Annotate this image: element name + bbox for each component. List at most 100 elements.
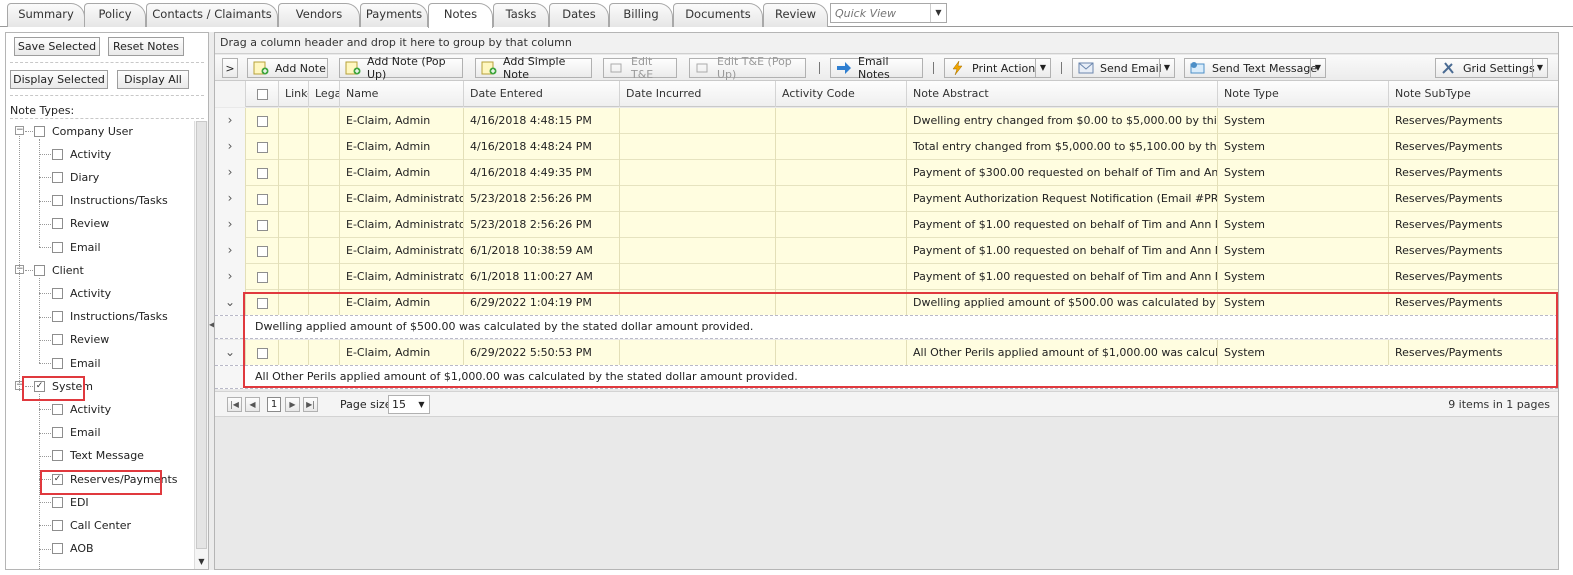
column-header-linke[interactable]: Linke bbox=[278, 81, 308, 107]
email-notes-button[interactable]: Email Notes bbox=[830, 55, 923, 81]
tree-checkbox[interactable] bbox=[52, 519, 63, 531]
tab-summary[interactable]: Summary bbox=[7, 3, 85, 27]
display-selected-button[interactable]: Display Selected bbox=[10, 70, 108, 89]
current-page-button[interactable]: 1 bbox=[267, 397, 281, 412]
tree-checkbox[interactable] bbox=[52, 148, 63, 160]
column-header-date-entered[interactable]: Date Entered bbox=[463, 81, 619, 107]
collapse-icon[interactable]: − bbox=[15, 126, 24, 135]
expand-toolbar-button[interactable]: > bbox=[222, 58, 238, 78]
tree-item-diary[interactable]: Diary bbox=[52, 169, 99, 185]
tree-item-instructions-tasks[interactable]: Instructions/Tasks bbox=[52, 309, 168, 325]
tree-item-text-message[interactable]: Text Message bbox=[52, 448, 144, 464]
tree-checkbox[interactable] bbox=[52, 218, 63, 230]
tree-checkbox[interactable] bbox=[34, 264, 45, 276]
table-row[interactable]: › E-Claim, Admin 4/16/2018 4:48:15 PM Dwell… bbox=[215, 108, 1558, 134]
edit-te-button[interactable]: Edit T&E bbox=[603, 55, 677, 81]
tab-notes[interactable]: Notes bbox=[428, 3, 493, 28]
scroll-down-icon[interactable]: ▼ bbox=[195, 555, 208, 569]
row-checkbox[interactable] bbox=[257, 193, 268, 205]
tree-checkbox[interactable] bbox=[52, 287, 63, 299]
tab-tasks[interactable]: Tasks bbox=[493, 3, 549, 27]
chevron-down-icon[interactable]: ▼ bbox=[1532, 59, 1547, 77]
expand-row-icon[interactable]: › bbox=[215, 238, 245, 264]
reset-notes-button[interactable]: Reset Notes bbox=[108, 37, 184, 56]
table-row[interactable]: › E-Claim, Admin 4/16/2018 4:48:24 PM Total… bbox=[215, 134, 1558, 160]
column-header-name[interactable]: Name bbox=[339, 81, 463, 107]
tree-checkbox[interactable] bbox=[34, 125, 45, 137]
last-page-icon[interactable]: ▶| bbox=[303, 397, 318, 412]
tree-item-review[interactable]: Review bbox=[52, 332, 109, 348]
display-all-button[interactable]: Display All bbox=[117, 70, 189, 89]
collapse-row-icon[interactable]: ⌄ bbox=[215, 340, 245, 366]
column-header-activity-code[interactable]: Activity Code bbox=[775, 81, 906, 107]
tree-checkbox[interactable] bbox=[52, 195, 63, 207]
tree-checkbox[interactable] bbox=[52, 403, 63, 415]
tab-policy[interactable]: Policy bbox=[84, 3, 146, 27]
tree-item-activity[interactable]: Activity bbox=[52, 401, 111, 417]
tab-payments[interactable]: Payments bbox=[360, 3, 428, 27]
tree-checkbox[interactable] bbox=[52, 334, 63, 346]
row-checkbox[interactable] bbox=[257, 219, 268, 231]
send-email-button[interactable]: Send Email ▼ bbox=[1072, 58, 1175, 78]
table-row[interactable]: › E-Claim, Administrator 5/23/2018 2:56:26… bbox=[215, 212, 1558, 238]
tree-checkbox[interactable] bbox=[52, 427, 63, 439]
row-checkbox[interactable] bbox=[257, 141, 268, 153]
first-page-icon[interactable]: |◀ bbox=[227, 397, 242, 412]
tree-scrollbar[interactable]: ▼ bbox=[194, 121, 208, 569]
table-row[interactable]: › E-Claim, Administrator 6/1/2018 11:00:27… bbox=[215, 264, 1558, 290]
tree-item-edi[interactable]: EDI bbox=[52, 494, 89, 510]
chevron-down-icon[interactable]: ▼ bbox=[1035, 59, 1050, 77]
scrollbar-thumb[interactable] bbox=[196, 121, 207, 549]
chevron-down-icon[interactable]: ▼ bbox=[930, 4, 946, 22]
add-simple-note-button[interactable]: Add Simple Note bbox=[475, 55, 592, 81]
quick-view-input[interactable] bbox=[831, 4, 931, 22]
tree-item-review[interactable]: Review bbox=[52, 216, 109, 232]
next-page-icon[interactable]: ▶ bbox=[285, 397, 300, 412]
tree-item-email[interactable]: Email bbox=[52, 425, 101, 441]
chevron-down-icon[interactable]: ▼ bbox=[1310, 59, 1325, 77]
tab-documents[interactable]: Documents bbox=[673, 3, 763, 27]
expand-row-icon[interactable]: › bbox=[215, 186, 245, 212]
column-header-lega[interactable]: Lega bbox=[308, 81, 339, 107]
add-note-button[interactable]: Add Note bbox=[247, 58, 328, 78]
column-header-note-type[interactable]: Note Type bbox=[1217, 81, 1388, 107]
tree-item-company-user[interactable]: Company User bbox=[34, 123, 133, 139]
table-row[interactable]: › E-Claim, Admin 4/16/2018 4:49:35 PM Payme… bbox=[215, 160, 1558, 186]
tree-item-activity[interactable]: Activity bbox=[52, 285, 111, 301]
row-checkbox[interactable] bbox=[257, 271, 268, 283]
tree-item-call-center[interactable]: Call Center bbox=[52, 517, 131, 533]
previous-page-icon[interactable]: ◀ bbox=[245, 397, 260, 412]
send-text-message-button[interactable]: Send Text Message ▼ bbox=[1184, 58, 1326, 78]
tree-item-client[interactable]: Client bbox=[34, 262, 84, 278]
quick-view-select[interactable]: ▼ bbox=[830, 3, 947, 23]
tree-checkbox[interactable] bbox=[52, 357, 63, 369]
column-header-date-incurred[interactable]: Date Incurred bbox=[619, 81, 775, 107]
tree-item-aob[interactable]: AOB bbox=[52, 541, 94, 557]
tree-checkbox[interactable] bbox=[52, 543, 63, 555]
expand-row-icon[interactable]: › bbox=[215, 108, 245, 134]
tree-checkbox[interactable] bbox=[52, 496, 63, 508]
tree-item-email[interactable]: Email bbox=[52, 355, 101, 371]
tree-checkbox[interactable] bbox=[52, 171, 63, 183]
row-checkbox[interactable] bbox=[257, 245, 268, 257]
column-header-note-abstract[interactable]: Note Abstract bbox=[906, 81, 1217, 107]
expand-row-icon[interactable]: › bbox=[215, 134, 245, 160]
tab-vendors[interactable]: Vendors bbox=[278, 3, 360, 27]
tab-dates[interactable]: Dates bbox=[549, 3, 609, 27]
row-checkbox[interactable] bbox=[257, 167, 268, 179]
tree-checkbox[interactable] bbox=[52, 311, 63, 323]
expand-row-icon[interactable]: › bbox=[215, 212, 245, 238]
edit-te-popup-button[interactable]: Edit T&E (Pop Up) bbox=[689, 55, 806, 81]
tab-review[interactable]: Review bbox=[763, 3, 828, 27]
tab-contacts-claimants[interactable]: Contacts / Claimants bbox=[146, 3, 278, 27]
add-note-popup-button[interactable]: Add Note (Pop Up) bbox=[339, 55, 463, 81]
tree-item-instructions-tasks[interactable]: Instructions/Tasks bbox=[52, 193, 168, 209]
tab-billing[interactable]: Billing bbox=[609, 3, 673, 27]
page-size-select[interactable]: 15 ▼ bbox=[388, 395, 430, 414]
tree-item-email[interactable]: Email bbox=[52, 239, 101, 255]
tree-item-activity[interactable]: Activity bbox=[52, 146, 111, 162]
column-header-note-subtype[interactable]: Note SubType bbox=[1388, 81, 1558, 107]
select-all-checkbox[interactable] bbox=[257, 88, 268, 100]
group-by-area[interactable]: Drag a column header and drop it here to… bbox=[215, 33, 1558, 54]
tree-checkbox[interactable] bbox=[52, 450, 63, 462]
